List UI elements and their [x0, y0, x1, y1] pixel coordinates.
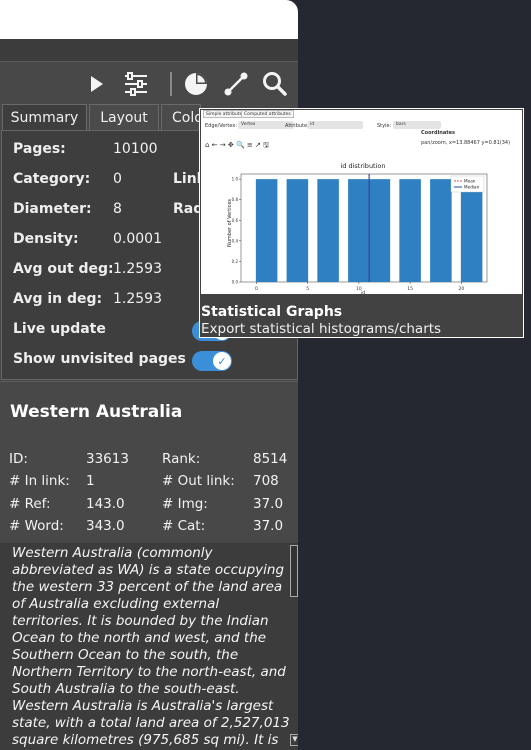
- plot-area: 0 5 10 15 20 0.0 0.2 0.4 0.6 0.8 1.0 MeanMedian: [232, 173, 488, 292]
- pages-value: 10100: [113, 141, 158, 157]
- y-tick-label: 0.2: [232, 259, 239, 264]
- img-value: 37.0: [253, 496, 284, 512]
- diameter-value: 8: [113, 201, 122, 217]
- top-strip: [0, 39, 298, 61]
- pie-chart-icon[interactable]: [182, 70, 210, 98]
- histogram-chart: id distribution Number of Vertices id 05…: [227, 162, 488, 294]
- avg-out-deg-value: 1.2593: [113, 261, 162, 277]
- search-icon[interactable]: [261, 70, 289, 98]
- graph-edge-icon[interactable]: [222, 70, 250, 98]
- description-panel[interactable]: Western Australia (commonly abbreviated …: [0, 543, 298, 750]
- y-tick-label: 0.8: [232, 197, 239, 202]
- x-tick-label: 10: [356, 286, 362, 292]
- category-value: 0: [113, 171, 122, 187]
- rank-label: Rank:: [162, 451, 201, 467]
- diameter-label: Diameter:: [13, 201, 92, 217]
- tooltip-title: Statistical Graphs: [201, 304, 343, 320]
- img-label: # Img:: [162, 496, 208, 512]
- histogram-bar: [460, 179, 483, 282]
- histogram-bar: [368, 179, 391, 282]
- density-value: 0.0001: [113, 231, 162, 247]
- show-unvisited-toggle[interactable]: ✓: [192, 351, 232, 371]
- scroll-down-arrow-icon[interactable]: ▼: [290, 734, 298, 746]
- category-label: Category:: [13, 171, 91, 187]
- word-label: # Word:: [9, 518, 64, 534]
- ref-value: 143.0: [86, 496, 125, 512]
- description-scrollbar[interactable]: ▼: [290, 545, 298, 750]
- avg-in-deg-label: Avg in deg:: [13, 291, 103, 307]
- tooltip-preview-image: Simple attributes Computed attributes Ed…: [201, 110, 522, 294]
- play-icon[interactable]: [82, 70, 110, 98]
- legend-median-label: Median: [464, 185, 480, 190]
- legend-mean-label: Mean: [464, 179, 476, 184]
- sliders-icon[interactable]: [122, 70, 150, 98]
- tooltip-subtitle: Export statistical histograms/charts: [201, 321, 442, 337]
- histogram-bar: [348, 179, 370, 282]
- show-unvisited-label: Show unvisited pages: [13, 351, 186, 367]
- cat-value: 37.0: [253, 518, 284, 534]
- in-link-value: 1: [86, 473, 95, 489]
- x-tick-label: 15: [407, 286, 413, 292]
- check-icon: ✓: [213, 352, 231, 370]
- toolbar-separator: [170, 72, 172, 96]
- histogram-bar: [255, 179, 278, 282]
- y-tick-label: 0.0: [232, 280, 239, 285]
- y-tick-label: 0.4: [232, 238, 239, 243]
- page-title: Western Australia: [10, 402, 183, 422]
- histogram-bar: [286, 179, 309, 282]
- y-tick-label: 1.0: [232, 177, 239, 182]
- description-text: Western Australia (commonly abbreviated …: [12, 545, 290, 750]
- tab-summary[interactable]: Summary: [2, 104, 87, 130]
- density-label: Density:: [13, 231, 79, 247]
- x-tick-label: 0: [255, 286, 258, 292]
- live-update-label: Live update: [13, 321, 106, 337]
- out-link-label: # Out link:: [162, 473, 235, 489]
- histogram-bar: [399, 179, 421, 282]
- tab-colors[interactable]: Colo: [161, 104, 203, 130]
- word-value: 343.0: [86, 518, 125, 534]
- avg-out-deg-label: Avg out deg:: [13, 261, 114, 277]
- id-label: ID:: [9, 451, 28, 467]
- histogram-bar: [430, 179, 452, 282]
- statistical-graphs-tooltip: Simple attributes Computed attributes Ed…: [199, 108, 524, 338]
- x-tick-label: 20: [459, 286, 465, 292]
- ref-label: # Ref:: [9, 496, 51, 512]
- y-tick-label: 0.6: [232, 218, 239, 223]
- rank-value: 8514: [253, 451, 288, 467]
- cat-label: # Cat:: [162, 518, 206, 534]
- scrollbar-thumb[interactable]: [290, 545, 298, 597]
- in-link-label: # In link:: [9, 473, 70, 489]
- x-tick-label: 5: [306, 286, 309, 292]
- window-titlebar: [0, 0, 298, 39]
- id-value: 33613: [86, 451, 129, 467]
- histogram-bar: [317, 179, 339, 282]
- chart-title: id distribution: [340, 162, 385, 170]
- tab-layout[interactable]: Layout: [89, 104, 159, 130]
- toolbar: [0, 61, 298, 105]
- avg-in-deg-value: 1.2593: [113, 291, 162, 307]
- section-divider: [0, 381, 298, 382]
- out-link-value: 708: [253, 473, 279, 489]
- pages-label: Pages:: [13, 141, 66, 157]
